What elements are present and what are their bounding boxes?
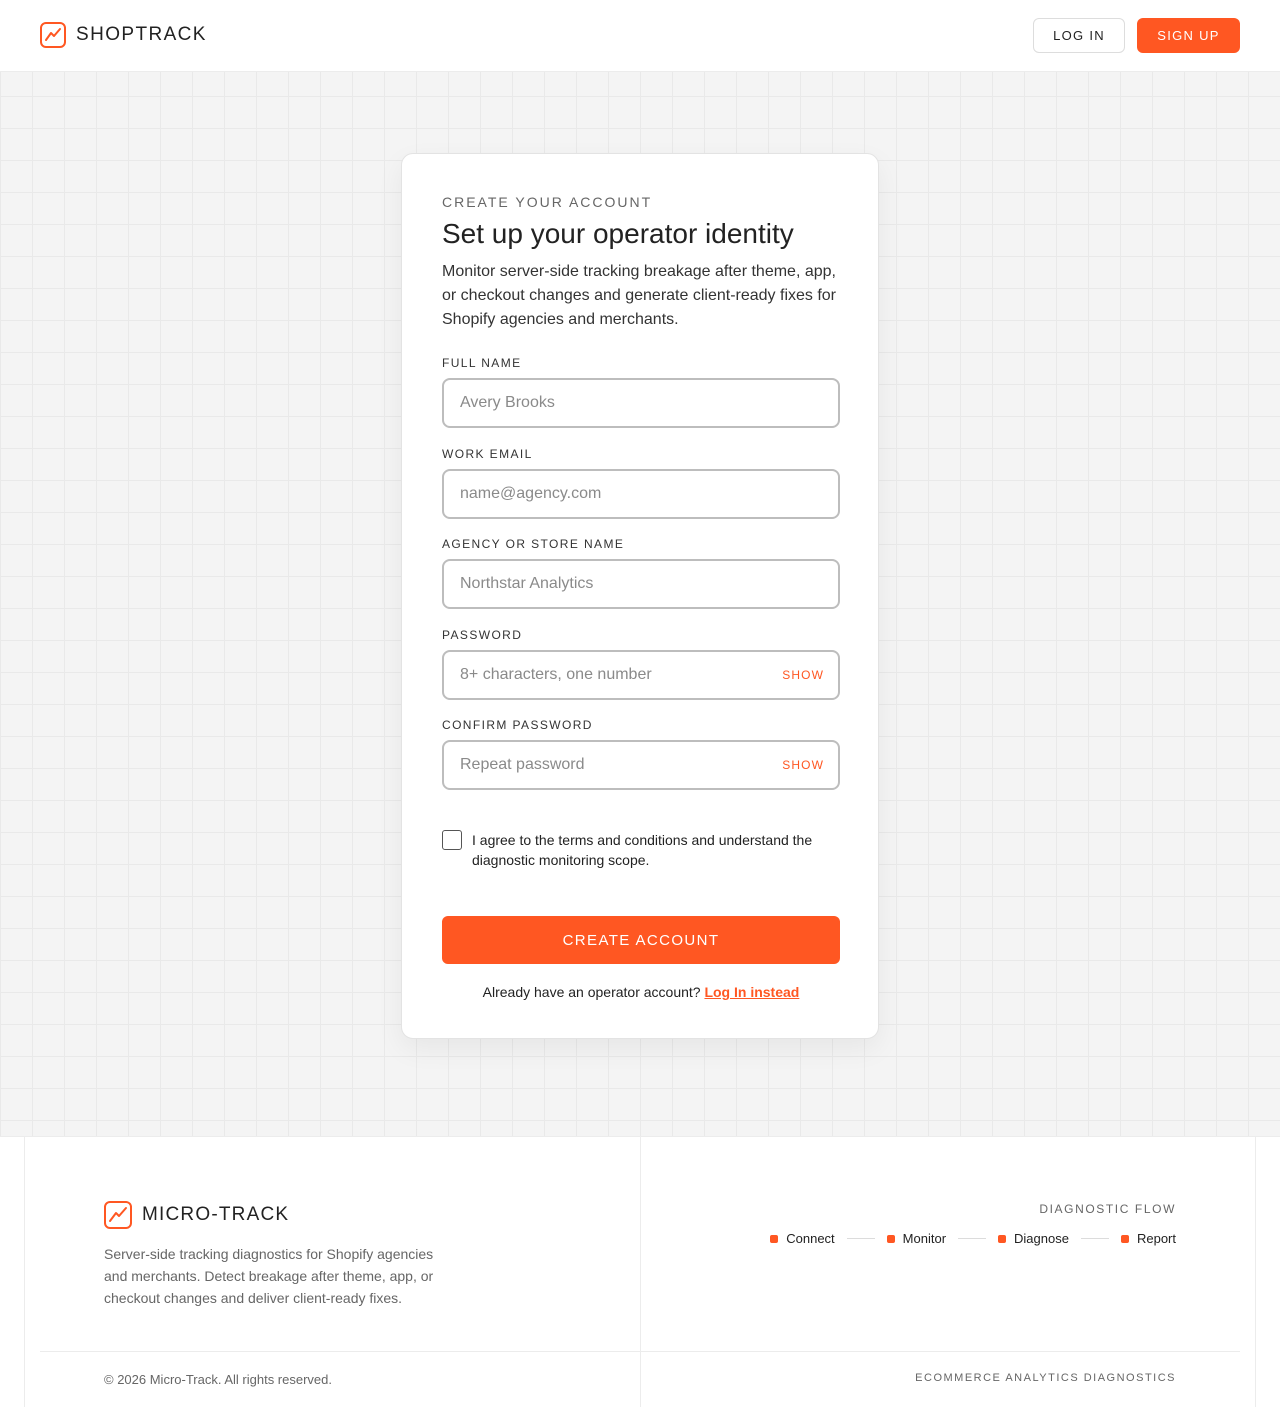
agency-field bbox=[442, 559, 840, 609]
trend-chart-icon bbox=[40, 22, 66, 48]
password-label: PASSWORD bbox=[442, 628, 523, 642]
square-dot-icon bbox=[886, 1234, 895, 1243]
terms-checkbox[interactable] bbox=[442, 830, 462, 850]
flow-step-report: Report bbox=[1120, 1231, 1176, 1246]
terms-label: I agree to the terms and conditions and … bbox=[472, 832, 813, 868]
footer-divider-center bbox=[640, 1137, 641, 1407]
flow-step-label: Monitor bbox=[902, 1231, 947, 1246]
login-instead-link[interactable]: Log In instead bbox=[704, 984, 799, 1000]
footer-divider-right bbox=[1255, 1137, 1256, 1407]
flow-step-label: Report bbox=[1136, 1231, 1176, 1246]
diagnostic-flow: Connect Monitor Diagnose Report bbox=[770, 1231, 1176, 1246]
flow-connector bbox=[846, 1238, 875, 1239]
trend-chart-icon bbox=[104, 1201, 132, 1229]
full-name-label: FULL NAME bbox=[442, 356, 522, 370]
password-field: SHOW bbox=[442, 650, 840, 700]
password-input[interactable] bbox=[444, 652, 838, 698]
agency-label: AGENCY OR STORE NAME bbox=[442, 537, 625, 551]
footer: MICRO-TRACK Server-side tracking diagnos… bbox=[0, 1136, 1280, 1407]
brand-name: SHOPTRACK bbox=[76, 24, 207, 45]
footer-description: Server-side tracking diagnostics for Sho… bbox=[104, 1246, 434, 1306]
signup-card: CREATE YOUR ACCOUNT Set up your operator… bbox=[401, 153, 879, 1039]
top-header: SHOPTRACK LOG IN SIGN UP bbox=[0, 0, 1280, 72]
work-email-field bbox=[442, 469, 840, 519]
work-email-input[interactable] bbox=[444, 471, 838, 517]
flow-step-label: Connect bbox=[786, 1231, 835, 1246]
flow-step-connect: Connect bbox=[770, 1231, 835, 1246]
login-button[interactable]: LOG IN bbox=[1033, 18, 1125, 53]
create-account-button[interactable]: CREATE ACCOUNT bbox=[442, 916, 840, 964]
footer-divider-left bbox=[24, 1137, 25, 1407]
work-email-label: WORK EMAIL bbox=[442, 447, 533, 461]
password-show-toggle[interactable]: SHOW bbox=[782, 668, 824, 682]
diagnostic-flow-label: DIAGNOSTIC FLOW bbox=[1039, 1202, 1176, 1216]
confirm-password-input[interactable] bbox=[444, 742, 838, 788]
square-dot-icon bbox=[1120, 1234, 1129, 1243]
login-prompt-text: Already have an operator account? bbox=[482, 984, 705, 1000]
footer-divider-horizontal bbox=[40, 1351, 1240, 1352]
flow-connector bbox=[1080, 1238, 1109, 1239]
brand[interactable]: SHOPTRACK bbox=[40, 22, 207, 48]
flow-step-label: Diagnose bbox=[1014, 1231, 1069, 1246]
flow-connector bbox=[958, 1238, 987, 1239]
agency-input[interactable] bbox=[444, 561, 838, 607]
flow-step-diagnose: Diagnose bbox=[998, 1231, 1069, 1246]
confirm-password-show-toggle[interactable]: SHOW bbox=[782, 758, 824, 772]
confirm-password-label: CONFIRM PASSWORD bbox=[442, 718, 593, 732]
login-prompt: Already have an operator account? Log In… bbox=[402, 984, 880, 1000]
footer-tagline: ECOMMERCE ANALYTICS DIAGNOSTICS bbox=[915, 1372, 1176, 1384]
confirm-password-field: SHOW bbox=[442, 740, 840, 790]
card-eyebrow: CREATE YOUR ACCOUNT bbox=[442, 194, 653, 210]
signup-button[interactable]: SIGN UP bbox=[1137, 18, 1240, 53]
card-title: Set up your operator identity bbox=[442, 218, 794, 249]
footer-brand[interactable]: MICRO-TRACK bbox=[104, 1201, 289, 1229]
footer-brand-name: MICRO-TRACK bbox=[142, 1204, 290, 1225]
full-name-input[interactable] bbox=[444, 380, 838, 426]
flow-step-monitor: Monitor bbox=[886, 1231, 947, 1246]
square-dot-icon bbox=[770, 1234, 779, 1243]
full-name-field bbox=[442, 378, 840, 428]
copyright: © 2026 Micro-Track. All rights reserved. bbox=[104, 1372, 333, 1387]
square-dot-icon bbox=[998, 1234, 1007, 1243]
card-description: Monitor server-side tracking breakage af… bbox=[442, 263, 837, 328]
